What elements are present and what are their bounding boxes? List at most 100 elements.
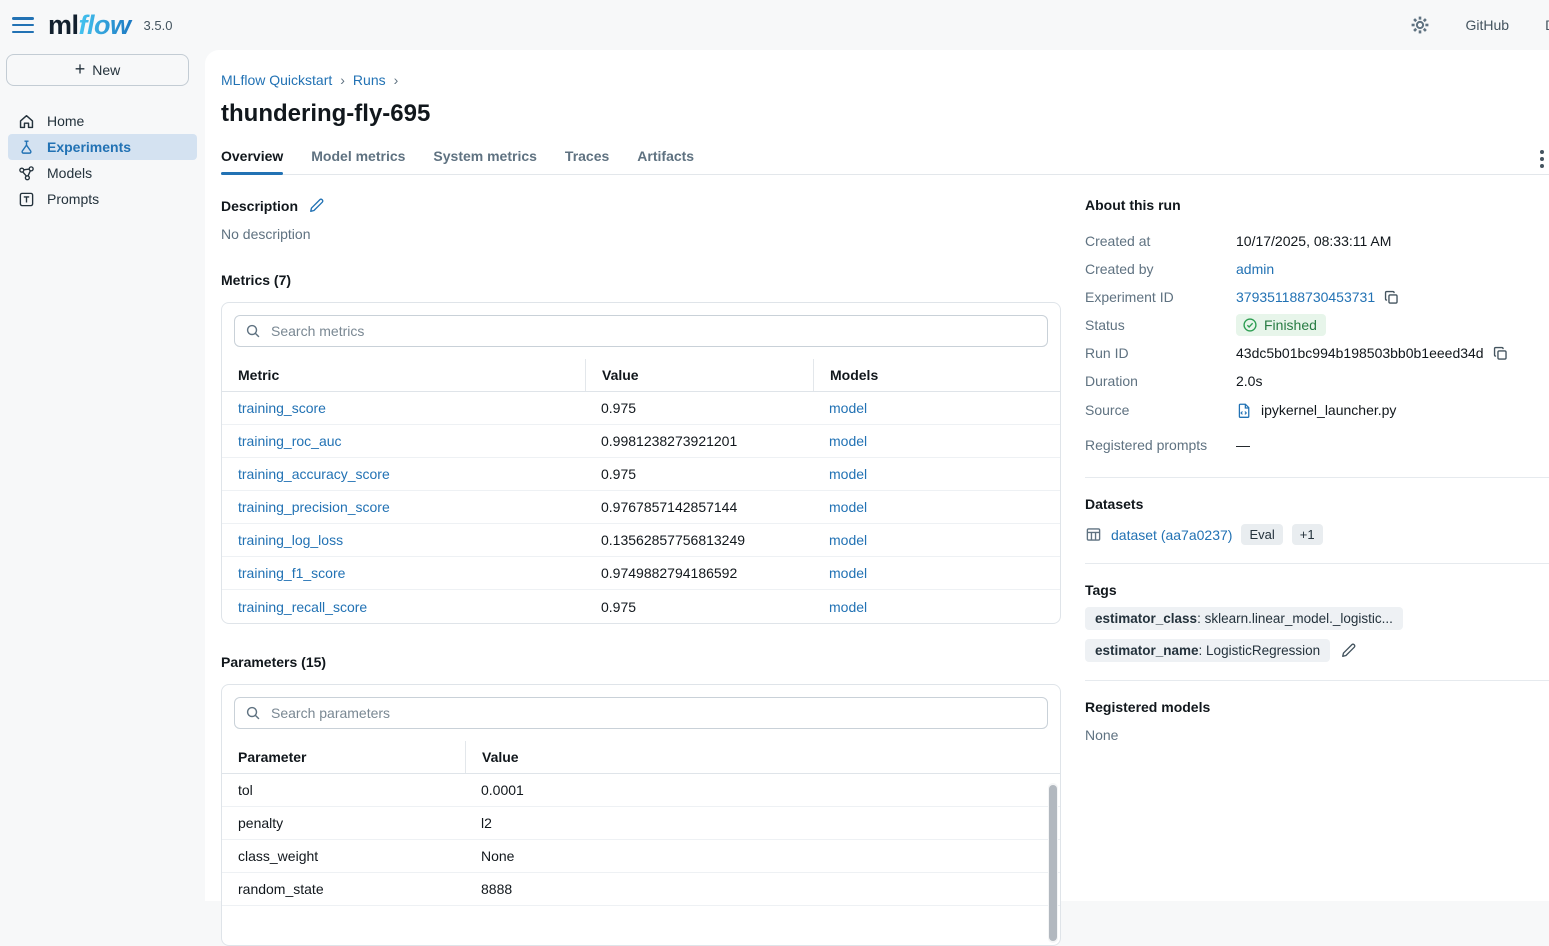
edit-pencil-icon[interactable] (308, 197, 325, 214)
about-row-experiment-id: Experiment ID 379351188730453731 (1085, 283, 1549, 311)
sidebar-item-label: Experiments (47, 139, 131, 155)
metric-link[interactable]: training_roc_auc (222, 433, 585, 449)
tab-model-metrics[interactable]: Model metrics (311, 148, 405, 174)
content-card: MLflow Quickstart › Runs › thundering-fl… (205, 50, 1549, 901)
dataset-eval-badge[interactable]: Eval (1241, 524, 1282, 545)
column-header-metric: Metric (222, 359, 585, 391)
metric-link[interactable]: training_recall_score (222, 599, 585, 615)
about-row-run-id: Run ID 43dc5b01bc994b198503bb0b1eeed34d (1085, 339, 1549, 367)
metric-link[interactable]: training_f1_score (222, 565, 585, 581)
created-by-link[interactable]: admin (1236, 261, 1274, 277)
model-link[interactable]: model (813, 400, 1060, 416)
sidebar-item-home[interactable]: Home (8, 108, 197, 134)
sidebar-item-label: Home (47, 113, 84, 129)
docs-link[interactable]: Docs (1545, 17, 1549, 33)
breadcrumb-runs-link[interactable]: Runs (353, 72, 386, 88)
param-value: 0.0001 (465, 782, 1060, 798)
param-name: class_weight (222, 848, 465, 864)
scrollbar-track[interactable] (1048, 783, 1058, 943)
metric-link[interactable]: training_log_loss (222, 532, 585, 548)
table-row: training_score 0.975 model (222, 392, 1060, 425)
about-heading: About this run (1085, 197, 1549, 213)
dataset-more-badge[interactable]: +1 (1292, 524, 1323, 545)
metrics-table-header: Metric Value Models (222, 359, 1060, 392)
github-link[interactable]: GitHub (1466, 17, 1510, 33)
table-row: penalty l2 (222, 807, 1060, 840)
home-icon (18, 113, 35, 130)
new-button[interactable]: + New (6, 54, 189, 86)
page-title: thundering-fly-695 (221, 100, 1549, 128)
table-icon (1085, 526, 1102, 543)
copy-icon[interactable] (1383, 289, 1400, 306)
overflow-menu-icon[interactable] (1540, 150, 1548, 168)
metric-link[interactable]: training_accuracy_score (222, 466, 585, 482)
metric-value: 0.975 (585, 466, 813, 482)
table-row: tol 0.0001 (222, 774, 1060, 807)
hamburger-menu-icon[interactable] (12, 17, 34, 33)
mlflow-logo[interactable]: mlflow (48, 10, 134, 41)
copy-icon[interactable] (1492, 345, 1509, 362)
metrics-search-input[interactable] (269, 322, 1037, 340)
flask-icon (18, 139, 35, 156)
sidebar-item-prompts[interactable]: Prompts (8, 186, 197, 212)
models-network-icon (18, 165, 35, 182)
about-row-status: Status Finished (1085, 311, 1549, 339)
table-row: random_state 8888 (222, 873, 1060, 906)
description-empty-text: No description (221, 226, 1061, 242)
model-link[interactable]: model (813, 565, 1060, 581)
experiment-id-link[interactable]: 379351188730453731 (1236, 289, 1375, 305)
datasets-heading: Datasets (1085, 496, 1549, 512)
section-divider (1085, 680, 1549, 681)
sidebar-item-experiments[interactable]: Experiments (8, 134, 197, 160)
search-icon (245, 705, 261, 721)
param-value: None (465, 848, 1060, 864)
parameters-heading: Parameters (15) (221, 654, 326, 670)
metric-link[interactable]: training_score (222, 400, 585, 416)
breadcrumb-experiment-link[interactable]: MLflow Quickstart (221, 72, 332, 88)
chevron-right-icon: › (340, 72, 345, 88)
table-row: class_weight None (222, 840, 1060, 873)
gear-icon[interactable] (1410, 15, 1430, 35)
model-link[interactable]: model (813, 466, 1060, 482)
table-row: training_precision_score 0.9767857142857… (222, 491, 1060, 524)
metric-value: 0.975 (585, 599, 813, 615)
model-link[interactable]: model (813, 433, 1060, 449)
tag-estimator-name: estimator_name: LogisticRegression (1085, 639, 1330, 662)
top-header: mlflow 3.5.0 GitHub Docs (0, 0, 1549, 50)
edit-pencil-icon[interactable] (1340, 642, 1357, 659)
model-link[interactable]: model (813, 599, 1060, 615)
chevron-right-icon: › (394, 72, 399, 88)
sidebar-item-models[interactable]: Models (8, 160, 197, 186)
metric-value: 0.13562857756813249 (585, 532, 813, 548)
source-file-name: ipykernel_launcher.py (1261, 402, 1396, 418)
metrics-card: Metric Value Models training_score 0.975… (221, 302, 1061, 624)
tab-overview[interactable]: Overview (221, 148, 283, 174)
model-link[interactable]: model (813, 532, 1060, 548)
metric-link[interactable]: training_precision_score (222, 499, 585, 515)
logo-text-ml: ml (48, 10, 79, 41)
version-label: 3.5.0 (144, 18, 173, 33)
column-header-value: Value (465, 741, 1060, 773)
model-link[interactable]: model (813, 499, 1060, 515)
table-row: training_f1_score 0.9749882794186592 mod… (222, 557, 1060, 590)
section-divider (1085, 477, 1549, 478)
param-name: random_state (222, 881, 465, 897)
tab-system-metrics[interactable]: System metrics (433, 148, 537, 174)
logo-text-flow: flow (79, 10, 134, 41)
table-row: training_log_loss 0.13562857756813249 mo… (222, 524, 1060, 557)
scrollbar-thumb[interactable] (1049, 785, 1057, 941)
parameters-table-header: Parameter Value (222, 741, 1060, 774)
sidebar-item-label: Models (47, 165, 92, 181)
about-row-registered-prompts: Registered prompts — (1085, 431, 1549, 459)
about-row-created-at: Created at 10/17/2025, 08:33:11 AM (1085, 227, 1549, 255)
about-row-duration: Duration 2.0s (1085, 367, 1549, 395)
metric-value: 0.9749882794186592 (585, 565, 813, 581)
plus-icon: + (75, 60, 86, 78)
metric-value: 0.975 (585, 400, 813, 416)
parameters-search-input[interactable] (269, 704, 1037, 722)
tab-traces[interactable]: Traces (565, 148, 609, 174)
parameters-search (234, 697, 1048, 729)
about-row-source: Source ipykernel_launcher.py (1085, 395, 1549, 425)
dataset-link[interactable]: dataset (aa7a0237) (1111, 527, 1232, 543)
tab-artifacts[interactable]: Artifacts (637, 148, 694, 174)
